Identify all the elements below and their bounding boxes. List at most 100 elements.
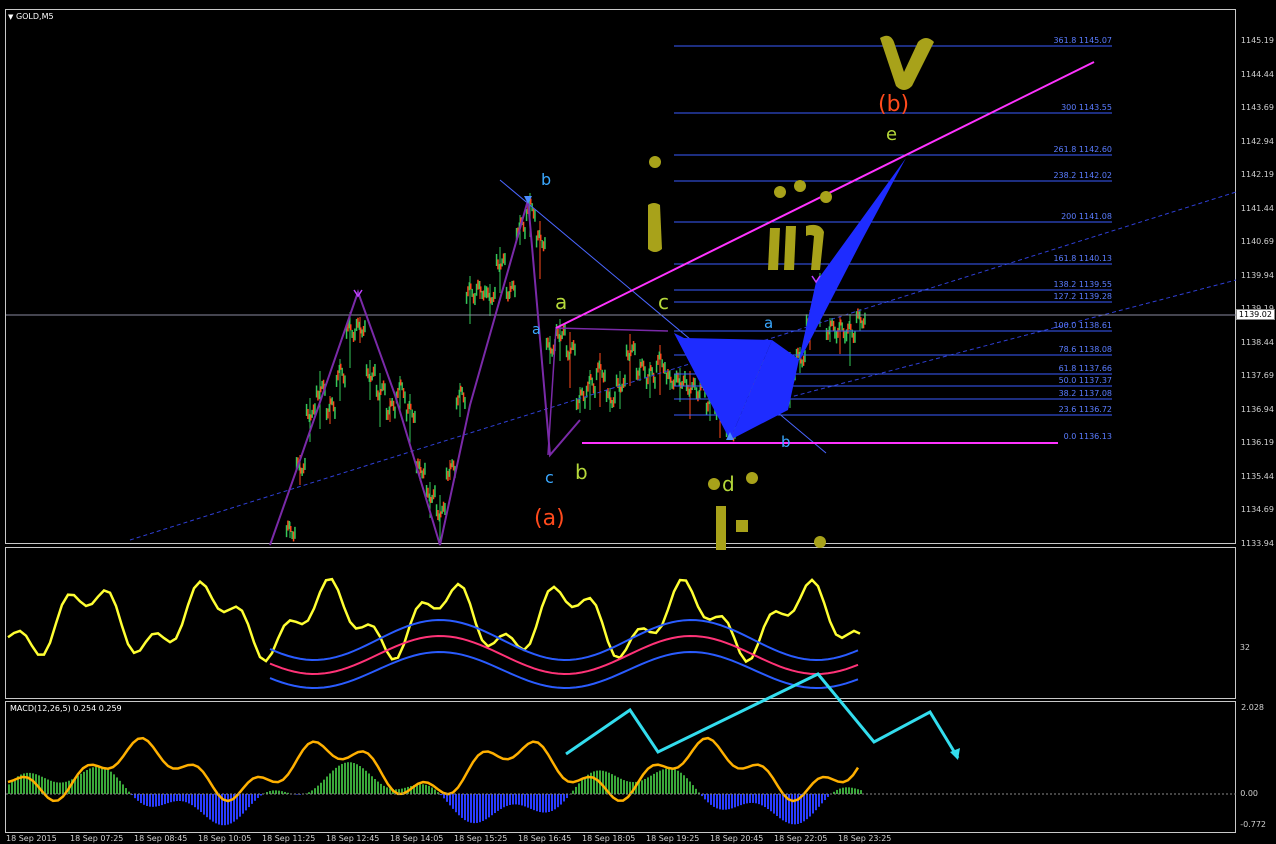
macd-bar xyxy=(593,771,595,794)
symbol-label: ▼ GOLD,M5 xyxy=(8,12,54,21)
macd-bar xyxy=(56,782,58,794)
candle-body xyxy=(850,323,852,330)
candle-body xyxy=(655,360,658,373)
candle-body xyxy=(645,376,648,389)
macd-bar xyxy=(782,794,784,821)
current-price-box: 1139.02 xyxy=(1235,309,1275,320)
candle-body xyxy=(514,285,516,298)
macd-bar xyxy=(560,794,562,805)
wave-label-c-blue: c xyxy=(545,468,554,487)
candle-body xyxy=(478,280,481,289)
macd-bar xyxy=(296,794,298,795)
macd-bar xyxy=(647,777,649,794)
candle-body xyxy=(341,367,343,376)
candle-body xyxy=(611,399,613,408)
candle-body xyxy=(371,372,373,381)
macd-bar xyxy=(338,765,340,794)
macd-bar xyxy=(428,785,430,794)
candle-body xyxy=(451,459,453,468)
candle-body xyxy=(492,291,495,302)
macd-bar xyxy=(722,794,724,810)
candle-body xyxy=(857,308,859,319)
candle-body xyxy=(442,501,445,512)
candle-body xyxy=(334,406,336,419)
macd-bar xyxy=(479,794,481,823)
wave-label-d-green: d xyxy=(722,472,735,496)
fib-level-label: 200 1141.08 xyxy=(1061,212,1112,221)
macd-bar xyxy=(791,794,793,825)
candle-body xyxy=(460,385,462,392)
fib-level-label: 38.2 1137.08 xyxy=(1058,389,1112,398)
candle-body xyxy=(672,379,675,390)
time-tick: 18 Sep 16:45 xyxy=(518,834,572,843)
candle-body xyxy=(625,344,628,357)
macd-bar xyxy=(524,794,526,807)
candle-body xyxy=(700,384,702,391)
candle-body xyxy=(558,334,561,343)
candle-body xyxy=(398,382,401,391)
macd-bar xyxy=(773,794,775,814)
candle-body xyxy=(670,376,672,383)
candle-body xyxy=(470,283,472,290)
candle-body xyxy=(835,331,838,344)
candle-body xyxy=(481,290,483,299)
macd-bar xyxy=(449,794,451,806)
candle-body xyxy=(310,414,312,421)
wave-label-b-blue2: b xyxy=(781,433,791,451)
macd-bar xyxy=(503,794,505,808)
candle-body xyxy=(327,408,329,419)
fib-level-label: 361.8 1145.07 xyxy=(1053,36,1112,45)
candle-body xyxy=(508,291,511,300)
macd-bar xyxy=(776,794,778,817)
macd-bar xyxy=(824,794,826,801)
candle-body xyxy=(548,342,551,351)
candle-body xyxy=(551,348,553,357)
macd-bar xyxy=(125,788,127,794)
macd-bar xyxy=(329,773,331,794)
candle-body xyxy=(632,341,635,352)
macd-bar xyxy=(734,794,736,808)
price-tick: 1142.94 xyxy=(1240,136,1274,146)
wave-label-b-green: b xyxy=(575,460,588,484)
macd-bar xyxy=(452,794,454,809)
candle-body xyxy=(488,292,491,301)
candle-body xyxy=(622,377,625,388)
candle-body xyxy=(410,403,412,410)
candle-body xyxy=(570,347,572,354)
candle-body xyxy=(544,237,546,250)
candle-body xyxy=(494,286,496,299)
candle-body xyxy=(428,493,431,502)
macd-bar xyxy=(548,794,550,813)
macd-bar xyxy=(155,794,157,807)
fib-level-label: 300 1143.55 xyxy=(1061,103,1112,112)
macd-bar xyxy=(443,794,445,799)
candle-body xyxy=(634,343,636,356)
candle-body xyxy=(467,286,469,297)
macd-bar xyxy=(731,794,733,809)
macd-bar xyxy=(839,788,841,794)
candle-body xyxy=(535,235,538,248)
macd-bar xyxy=(347,762,349,794)
wave-label-b: b xyxy=(541,170,552,189)
macd-bar xyxy=(158,794,160,806)
candle-body xyxy=(707,401,709,412)
macd-bar xyxy=(521,794,523,806)
candle-body xyxy=(355,318,358,331)
candle-body xyxy=(660,353,662,360)
macd-bar xyxy=(374,779,376,794)
macd-bar xyxy=(116,777,118,794)
candle-body xyxy=(511,280,513,289)
candle-body xyxy=(294,526,296,539)
candle-body xyxy=(602,372,605,383)
macd-bar xyxy=(761,794,763,806)
candle-body xyxy=(705,402,708,415)
wave-label-a-blue2: a xyxy=(764,314,774,332)
candle-body xyxy=(367,368,369,379)
candle-body xyxy=(608,391,611,400)
time-tick: 18 Sep 23:25 xyxy=(838,834,892,843)
macd-bar xyxy=(53,781,55,794)
candle-body xyxy=(568,351,571,360)
candle-body xyxy=(657,354,659,365)
macd-bar xyxy=(716,794,718,809)
macd-bar xyxy=(512,794,514,805)
